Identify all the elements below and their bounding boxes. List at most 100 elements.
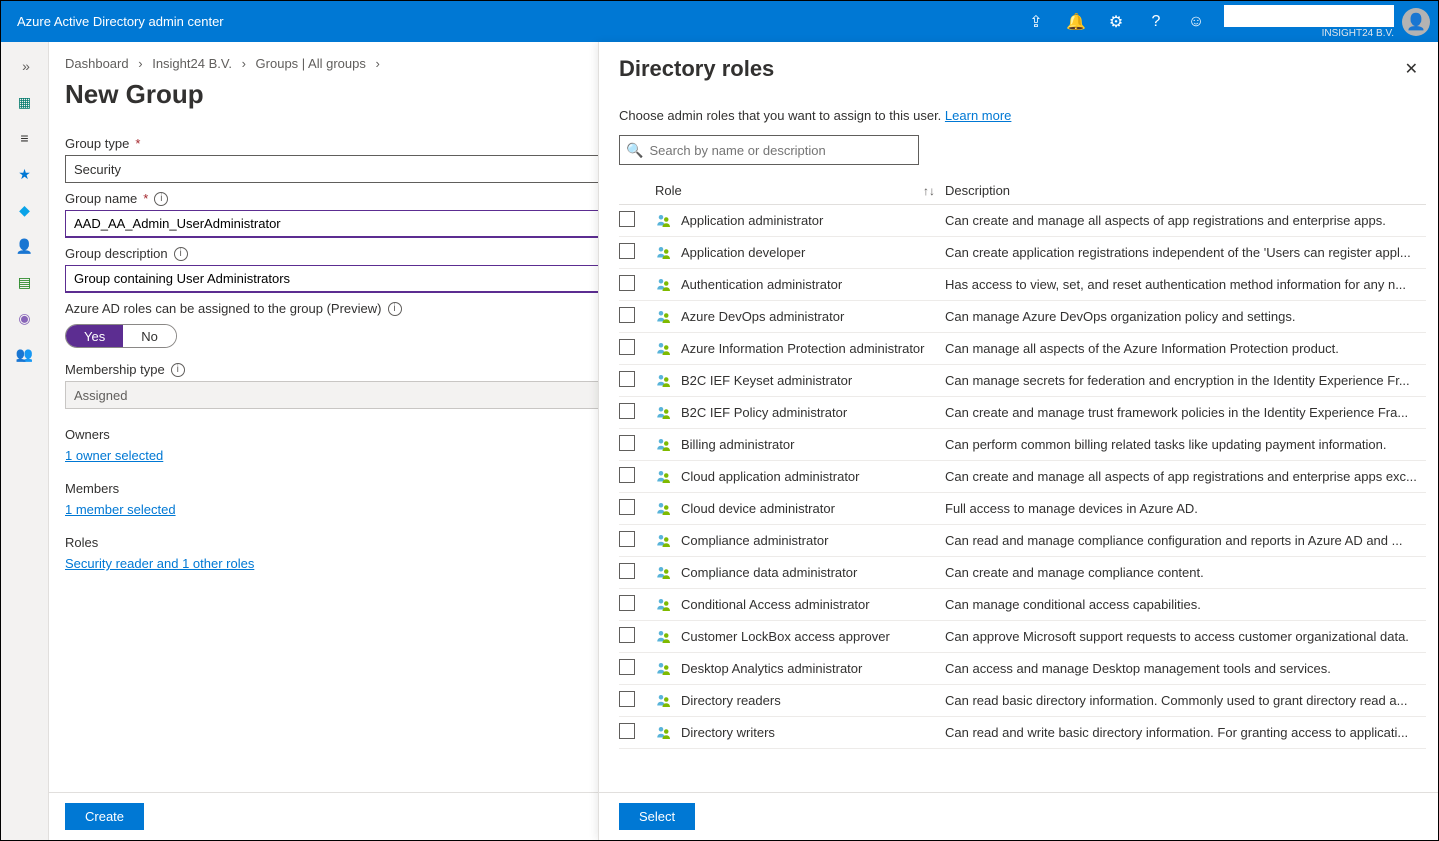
role-icon (655, 372, 673, 390)
role-name: Application administrator (681, 213, 823, 228)
sort-icon[interactable]: ↑↓ (923, 184, 935, 198)
role-search-input[interactable] (649, 143, 912, 158)
flyout-title: Directory roles (619, 56, 774, 82)
role-checkbox[interactable] (619, 531, 635, 547)
role-checkbox[interactable] (619, 723, 635, 739)
directory-roles-flyout: Directory roles ✕ Choose admin roles tha… (598, 42, 1438, 840)
role-row[interactable]: B2C IEF Policy administratorCan create a… (619, 397, 1426, 429)
role-checkbox[interactable] (619, 275, 635, 291)
breadcrumb-dashboard[interactable]: Dashboard (65, 56, 129, 71)
role-checkbox[interactable] (619, 659, 635, 675)
apps-icon[interactable]: ▤ (9, 266, 41, 298)
col-desc-header[interactable]: Description (945, 183, 1426, 198)
group-type-value: Security (74, 162, 121, 177)
role-row[interactable]: Cloud application administratorCan creat… (619, 461, 1426, 493)
learn-more-link[interactable]: Learn more (945, 108, 1011, 123)
role-icon (655, 276, 673, 294)
gear-icon[interactable]: ⚙ (1096, 1, 1136, 42)
all-services-icon[interactable]: ≡ (9, 122, 41, 154)
info-icon[interactable]: i (174, 247, 188, 261)
role-row[interactable]: Compliance administratorCan read and man… (619, 525, 1426, 557)
role-row[interactable]: Azure DevOps administratorCan manage Azu… (619, 301, 1426, 333)
info-icon[interactable]: i (171, 363, 185, 377)
role-desc: Can create and manage all aspects of app… (945, 469, 1426, 484)
role-row[interactable]: Billing administrator Can perform common … (619, 429, 1426, 461)
users-icon[interactable]: 👤 (9, 230, 41, 262)
favorites-icon[interactable]: ★ (9, 158, 41, 190)
role-icon (655, 212, 673, 230)
breadcrumb-groups[interactable]: Groups | All groups (256, 56, 366, 71)
role-row[interactable]: Azure Information Protection administrat… (619, 333, 1426, 365)
search-icon: 🔍 (626, 142, 643, 159)
role-checkbox[interactable] (619, 403, 635, 419)
role-checkbox[interactable] (619, 691, 635, 707)
role-name: Billing administrator (681, 437, 794, 452)
role-checkbox[interactable] (619, 499, 635, 515)
info-icon[interactable]: i (154, 192, 168, 206)
owners-link[interactable]: 1 owner selected (65, 448, 163, 463)
close-icon[interactable]: ✕ (1405, 59, 1418, 79)
role-name: Application developer (681, 245, 805, 260)
role-row[interactable]: Directory writersCan read and write basi… (619, 717, 1426, 749)
role-row[interactable]: Customer LockBox access approverCan appr… (619, 621, 1426, 653)
role-checkbox[interactable] (619, 211, 635, 227)
breadcrumb-tenant[interactable]: Insight24 B.V. (152, 56, 232, 71)
dashboard-icon[interactable]: ▦ (9, 86, 41, 118)
select-button[interactable]: Select (619, 803, 695, 830)
role-desc: Can create application registrations ind… (945, 245, 1426, 260)
role-desc: Can create and manage all aspects of app… (945, 213, 1426, 228)
role-row[interactable]: Conditional Access administratorCan mana… (619, 589, 1426, 621)
roles-link[interactable]: Security reader and 1 other roles (65, 556, 254, 571)
role-checkbox[interactable] (619, 307, 635, 323)
identity-governance-icon[interactable]: ◉ (9, 302, 41, 334)
role-search[interactable]: 🔍 (619, 135, 919, 165)
role-desc: Can perform common billing related tasks… (945, 437, 1426, 452)
role-desc: Can access and manage Desktop management… (945, 661, 1426, 676)
help-icon[interactable]: ? (1136, 1, 1176, 42)
role-row[interactable]: Application administrator Can create and … (619, 205, 1426, 237)
role-row[interactable]: Compliance data administratorCan create … (619, 557, 1426, 589)
role-icon (655, 596, 673, 614)
role-checkbox[interactable] (619, 435, 635, 451)
role-row[interactable]: Cloud device administratorFull access to… (619, 493, 1426, 525)
roles-assign-toggle[interactable]: Yes No (65, 324, 177, 348)
col-role-header[interactable]: Role (655, 183, 682, 198)
role-checkbox[interactable] (619, 339, 635, 355)
role-icon (655, 404, 673, 422)
role-checkbox[interactable] (619, 371, 635, 387)
role-name: B2C IEF Keyset administrator (681, 373, 852, 388)
role-checkbox[interactable] (619, 627, 635, 643)
top-bar: Azure Active Directory admin center ⇪ 🔔 … (1, 1, 1438, 42)
azure-ad-icon[interactable]: ◆ (9, 194, 41, 226)
role-row[interactable]: Directory readersCan read basic director… (619, 685, 1426, 717)
avatar[interactable]: 👤 (1402, 8, 1430, 36)
role-name: Conditional Access administrator (681, 597, 870, 612)
feedback-icon[interactable]: ☺ (1176, 1, 1216, 42)
role-desc: Can read and write basic directory infor… (945, 725, 1426, 740)
bell-icon[interactable]: 🔔 (1056, 1, 1096, 42)
role-checkbox[interactable] (619, 595, 635, 611)
enterprise-users-icon[interactable]: 👥 (9, 338, 41, 370)
toggle-no[interactable]: No (123, 325, 176, 347)
role-name: Authentication administrator (681, 277, 842, 292)
role-icon (655, 692, 673, 710)
create-button[interactable]: Create (65, 803, 144, 830)
topbar-search-input[interactable] (1224, 5, 1394, 27)
role-desc: Full access to manage devices in Azure A… (945, 501, 1426, 516)
tenant-switcher[interactable]: INSIGHT24 B.V. (1224, 5, 1394, 39)
group-name-label: Group name (65, 191, 137, 206)
toggle-yes[interactable]: Yes (66, 325, 123, 347)
members-link[interactable]: 1 member selected (65, 502, 176, 517)
role-row[interactable]: Authentication administratorHas access t… (619, 269, 1426, 301)
role-row[interactable]: Application developer Can create applicat… (619, 237, 1426, 269)
role-row[interactable]: Desktop Analytics administratorCan acces… (619, 653, 1426, 685)
role-checkbox[interactable] (619, 467, 635, 483)
notifications-console-icon[interactable]: ⇪ (1016, 1, 1056, 42)
role-row[interactable]: B2C IEF Keyset administratorCan manage s… (619, 365, 1426, 397)
role-checkbox[interactable] (619, 563, 635, 579)
role-checkbox[interactable] (619, 243, 635, 259)
flyout-description: Choose admin roles that you want to assi… (619, 108, 941, 123)
collapse-rail-icon[interactable]: » (10, 50, 42, 82)
info-icon[interactable]: i (388, 302, 402, 316)
role-icon (655, 340, 673, 358)
